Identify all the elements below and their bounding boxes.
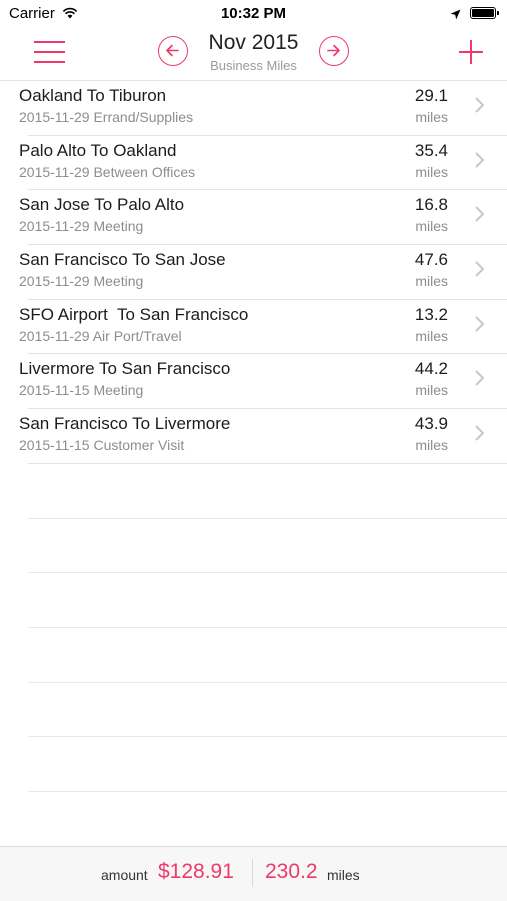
trip-row[interactable]: Palo Alto To Oakland 2015-11-29 Between …: [19, 136, 507, 191]
trip-miles: 16.8: [414, 195, 448, 215]
trip-miles: 47.6: [414, 250, 448, 270]
trip-date: 2015-11-15: [19, 437, 90, 454]
empty-row-divider: [28, 464, 507, 519]
status-bar: Carrier 10:32 PM: [0, 0, 507, 28]
trip-meta: 2015-11-29 Meeting: [19, 218, 143, 234]
status-time: 10:32 PM: [220, 5, 287, 22]
amount-label: amount: [101, 867, 148, 883]
trip-miles-unit: miles: [415, 218, 448, 235]
chevron-right-icon: [475, 370, 484, 387]
empty-row-divider: [28, 519, 507, 574]
footer-divider: [252, 859, 253, 887]
page-title: Nov 2015: [208, 31, 299, 54]
trip-purpose: Errand/Supplies: [93, 109, 194, 125]
trip-route: Palo Alto To Oakland: [19, 140, 177, 160]
battery-icon: [470, 7, 499, 19]
amount-value: $128.91: [158, 860, 234, 883]
trip-purpose: Air Port/Travel: [92, 327, 182, 344]
trip-meta: 2015-11-15 Customer Visit: [19, 437, 184, 453]
trip-row[interactable]: San Francisco To Livermore 2015-11-15 Cu…: [19, 409, 507, 464]
trip-date: 2015-11-29: [19, 163, 90, 180]
trip-list: Oakland To Tiburon 2015-11-29 Errand/Sup…: [0, 81, 507, 847]
trip-row[interactable]: San Jose To Palo Alto 2015-11-29 Meeting…: [19, 190, 507, 246]
chevron-right-icon: [475, 316, 484, 332]
trip-meta: 2015-11-29 Air Port/Travel: [19, 328, 182, 344]
previous-month-button[interactable]: [158, 36, 188, 66]
trip-route: San Francisco To San Jose: [19, 250, 226, 270]
trip-date: 2015-11-29: [19, 218, 90, 235]
chevron-right-icon: [475, 206, 484, 223]
trip-route: Oakland To Tiburon: [19, 86, 167, 105]
trip-purpose: Between Offices: [93, 163, 196, 180]
trip-miles-unit: miles: [415, 382, 448, 399]
trip-miles: 13.2: [414, 304, 448, 324]
chevron-right-icon: [475, 151, 484, 168]
trip-meta: 2015-11-15 Meeting: [19, 382, 143, 398]
chevron-right-icon: [475, 425, 484, 441]
location-arrow-icon: [450, 7, 461, 25]
trip-meta: 2015-11-29 Errand/Supplies: [19, 109, 193, 125]
trip-meta: 2015-11-29 Meeting: [19, 273, 143, 289]
trip-meta: 2015-11-29 Between Offices: [19, 164, 195, 180]
arrow-left-icon: [166, 44, 179, 57]
trip-row[interactable]: Oakland To Tiburon 2015-11-29 Errand/Sup…: [19, 81, 507, 136]
trip-row[interactable]: San Francisco To San Jose 2015-11-29 Mee…: [19, 245, 507, 300]
trip-miles: 43.9: [414, 414, 448, 434]
empty-row-divider: [28, 737, 507, 792]
trip-purpose: Customer Visit: [93, 437, 185, 454]
trip-date: 2015-11-29: [19, 273, 90, 290]
page-subtitle: Business Miles: [210, 58, 297, 73]
trip-route: Livermore To San Francisco: [19, 359, 231, 379]
trip-date: 2015-11-29: [19, 327, 90, 344]
trip-miles-unit: miles: [415, 437, 448, 454]
trip-miles: 35.4: [414, 140, 448, 160]
empty-row-divider: [28, 683, 507, 738]
trip-miles: 29.1: [414, 86, 448, 105]
next-month-button[interactable]: [319, 36, 349, 66]
empty-row-divider: [28, 628, 507, 683]
empty-row-divider: [28, 792, 507, 847]
add-trip-button[interactable]: [459, 40, 483, 64]
trip-route: SFO Airport To San Francisco: [19, 304, 249, 324]
trip-row[interactable]: Livermore To San Francisco 2015-11-15 Me…: [19, 354, 507, 410]
trip-purpose: Meeting: [93, 273, 144, 290]
trip-route: San Jose To Palo Alto: [19, 195, 185, 215]
trip-miles-unit: miles: [415, 327, 448, 344]
trip-purpose: Meeting: [93, 218, 144, 235]
trip-miles-unit: miles: [415, 273, 448, 290]
menu-icon[interactable]: [34, 40, 65, 64]
trip-miles-unit: miles: [415, 163, 448, 180]
chevron-right-icon: [475, 97, 484, 113]
chevron-right-icon: [475, 261, 484, 277]
total-miles-value: 230.2: [265, 860, 318, 883]
trip-date: 2015-11-15: [19, 382, 90, 399]
trip-miles-unit: miles: [415, 109, 448, 125]
trip-route: San Francisco To Livermore: [19, 414, 231, 434]
trip-date: 2015-11-29: [19, 109, 90, 125]
total-miles-label: miles: [327, 867, 360, 883]
totals-footer: amount $128.91 230.2 miles: [0, 846, 507, 901]
trip-miles: 44.2: [414, 359, 448, 379]
trip-purpose: Meeting: [93, 382, 144, 399]
empty-row-divider: [28, 573, 507, 628]
arrow-right-icon: [327, 44, 340, 57]
navigation-bar: Nov 2015 Business Miles: [0, 28, 507, 81]
trip-row[interactable]: SFO Airport To San Francisco 2015-11-29 …: [19, 300, 507, 355]
